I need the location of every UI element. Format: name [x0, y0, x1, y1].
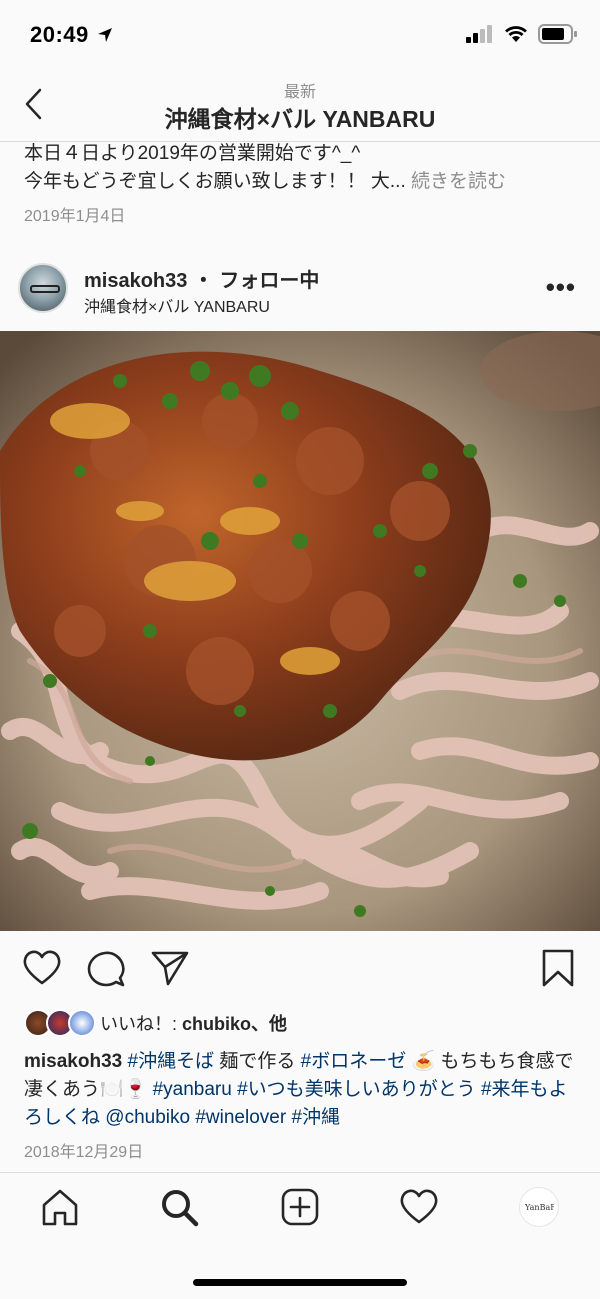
post-image[interactable]: [0, 331, 600, 931]
profile-logo: YanBaRu: [524, 1203, 554, 1212]
post-username[interactable]: misakoh33: [84, 270, 187, 292]
share-send-icon[interactable]: [150, 948, 190, 988]
likes-prefix: いいね！:: [100, 1014, 183, 1034]
home-icon[interactable]: [40, 1187, 80, 1227]
hashtag[interactable]: #いつも美味しいありがとう: [237, 1079, 476, 1100]
follow-status[interactable]: フォロー中: [219, 270, 319, 292]
status-bar: 20:49: [0, 0, 600, 72]
likes-others[interactable]: 、他: [251, 1014, 287, 1034]
liker-avatars: [24, 1009, 96, 1037]
cellular-signal-icon: [466, 25, 492, 43]
avatar[interactable]: [18, 263, 68, 313]
hashtag[interactable]: #ボロネーゼ: [301, 1051, 407, 1072]
liker-avatar: [68, 1009, 96, 1037]
navigation-header: 最新 沖縄食材×バル YANBARU: [0, 72, 600, 142]
post-username-row: misakoh33 ・フォロー中: [84, 264, 319, 293]
profile-avatar-icon[interactable]: YanBaRu: [519, 1187, 559, 1227]
separator-dot: ・: [193, 270, 214, 292]
status-time-text: 20:49: [30, 22, 89, 47]
new-post-icon[interactable]: [280, 1187, 320, 1227]
status-indicators: [466, 24, 578, 44]
post-caption: misakoh33 #沖縄そば 麺で作る #ボロネーゼ 🍝 もちもち食感で凄くあ…: [24, 1048, 580, 1132]
mention[interactable]: @chubiko: [105, 1107, 190, 1128]
previous-caption-line-2: 今年もどうぞ宜しくお願い致します！！ 大... 続きを読む: [24, 168, 584, 196]
read-more-link[interactable]: 続きを読む: [411, 171, 506, 192]
home-indicator: [193, 1279, 407, 1286]
header-title: 沖縄食材×バル YANBARU: [164, 106, 436, 132]
profile-logo-text: YanBaRu: [524, 1203, 554, 1212]
activity-heart-icon[interactable]: [399, 1187, 439, 1227]
likes-user[interactable]: chubiko: [182, 1014, 251, 1034]
like-heart-icon[interactable]: [22, 948, 62, 988]
search-icon[interactable]: [159, 1187, 199, 1227]
caption-text: 麺で作る: [214, 1051, 301, 1072]
wifi-icon: [505, 26, 527, 42]
location-arrow-icon: [98, 28, 113, 42]
status-time: 20:49: [30, 22, 113, 48]
previous-caption-text: 今年もどうぞ宜しくお願い致します！！ 大...: [24, 171, 406, 192]
battery-icon: [538, 24, 577, 44]
previous-post-caption: 本日４日より2019年の営業開始です^_^ 今年もどうぞ宜しくお願い致します！！…: [24, 140, 584, 196]
hashtag[interactable]: #沖縄そば: [128, 1051, 215, 1072]
hashtag[interactable]: #winelover: [195, 1107, 286, 1128]
comment-icon[interactable]: [86, 948, 126, 988]
hashtag[interactable]: #yanbaru: [153, 1079, 232, 1100]
food-photo: [0, 331, 600, 931]
post-header: misakoh33 ・フォロー中 沖縄食材×バル YANBARU •••: [0, 255, 600, 325]
post-action-bar: [0, 940, 600, 1000]
likes-row[interactable]: いいね！: chubiko、他: [24, 1008, 287, 1038]
likes-text: いいね！: chubiko、他: [100, 1010, 287, 1036]
header-subtitle: 最新: [283, 84, 316, 101]
post-date: 2018年12月29日: [24, 1144, 144, 1161]
more-options-button[interactable]: •••: [546, 274, 576, 300]
previous-post-date: 2019年1月4日: [24, 208, 126, 225]
caption-username[interactable]: misakoh33: [24, 1051, 122, 1072]
save-bookmark-icon[interactable]: [538, 948, 578, 988]
bottom-tab-bar: YanBaRu: [0, 1172, 600, 1299]
previous-caption-line-1: 本日４日より2019年の営業開始です^_^: [24, 143, 361, 164]
avatar-glasses-detail: [30, 285, 60, 293]
hashtag[interactable]: #沖縄: [291, 1107, 340, 1128]
post-location[interactable]: 沖縄食材×バル YANBARU: [84, 293, 270, 317]
